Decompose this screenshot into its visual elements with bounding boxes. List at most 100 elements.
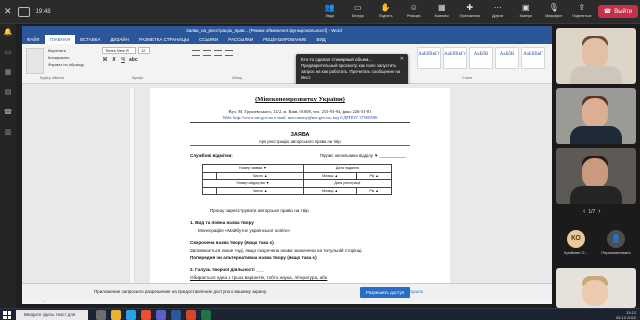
participant-avatar[interactable]: 👤 Переименовать bbox=[598, 230, 634, 260]
justify-icon[interactable] bbox=[225, 50, 233, 56]
system-tray-clock[interactable]: 13:12 06.12.2022 bbox=[616, 310, 636, 320]
styles-gallery: АаБбВвГг АаБбВвГг АаБбВ АаБбВ АаБбВвГ bbox=[417, 47, 545, 69]
phone-icon: ☎ bbox=[603, 9, 612, 15]
taskbar-search[interactable]: Введите здесь текст для поиска bbox=[16, 310, 88, 320]
tab-design[interactable]: ДИЗАЙН bbox=[105, 35, 134, 44]
windows-taskbar: Введите здесь текст для поиска 13:12 06.… bbox=[0, 308, 640, 320]
style-heading-1[interactable]: АаБбВ bbox=[469, 47, 493, 69]
teams-icon[interactable]: ▦ bbox=[0, 68, 16, 84]
camera-button[interactable]: ▣ Камера bbox=[514, 3, 538, 21]
excel-icon[interactable] bbox=[201, 310, 211, 320]
style-title[interactable]: АаБбВвГ bbox=[521, 47, 545, 69]
document-page[interactable]: (Мінекономрозвитку України) Вул. М. Груш… bbox=[150, 88, 450, 294]
participant-name: Переименовать bbox=[601, 250, 631, 255]
allow-access-button[interactable]: Разрешить доступ bbox=[360, 287, 411, 298]
ministry-web-link[interactable]: Web: http://www.me.gov.ua e-mail: mecono… bbox=[150, 115, 450, 120]
file-explorer-icon[interactable] bbox=[111, 310, 121, 320]
participant-video[interactable] bbox=[556, 28, 636, 84]
ministry-address: Вул. М. Грушевського, 12/2, м. Київ, 010… bbox=[228, 109, 372, 114]
paste-button[interactable] bbox=[26, 48, 44, 74]
participant-video[interactable] bbox=[556, 148, 636, 204]
table-row: Номер заявки ▼ Дата надання bbox=[202, 164, 393, 173]
edge-icon[interactable] bbox=[126, 310, 136, 320]
tab-layout[interactable]: РАЗМЕТКА СТРАНИЦЫ bbox=[134, 35, 194, 44]
notification-body: Предварительный просмотр как поле запуст… bbox=[301, 63, 401, 80]
chrome-icon[interactable] bbox=[141, 310, 151, 320]
copy-button[interactable]: Копировать bbox=[48, 54, 84, 61]
shared-word-window: Заява_на_реєстрацію_прав... [Режим обмеж… bbox=[22, 26, 552, 304]
reactions-button[interactable]: ☺ Реакции bbox=[402, 3, 426, 21]
chat-button[interactable]: ▭ Беседа bbox=[346, 3, 370, 21]
hide-infobar-link[interactable]: Скрыть bbox=[408, 289, 423, 294]
table-cell[interactable] bbox=[201, 171, 218, 180]
calls-icon[interactable]: ☎ bbox=[0, 108, 16, 124]
participant-video[interactable] bbox=[556, 88, 636, 144]
participant-avatar[interactable]: КО Крейман О... bbox=[558, 230, 594, 260]
task-view-icon[interactable] bbox=[96, 310, 106, 320]
style-no-spacing[interactable]: АаБбВвГг bbox=[443, 47, 467, 69]
table-cell[interactable]: Рік ▲ bbox=[356, 186, 392, 195]
format-painter-button[interactable]: Формат по образцу bbox=[48, 61, 84, 68]
close-icon[interactable]: ✕ bbox=[400, 56, 404, 62]
table-cell[interactable]: Дата надання bbox=[302, 164, 393, 173]
chat-rail-icon[interactable]: ▭ bbox=[0, 48, 16, 64]
windows-start-icon[interactable] bbox=[3, 311, 11, 319]
person-icon: 👤 bbox=[607, 230, 625, 248]
table-cell[interactable]: Номер свідоцтва ▼ bbox=[202, 179, 304, 188]
table-cell[interactable]: Число ▲ bbox=[216, 171, 304, 180]
participant-face bbox=[582, 98, 608, 128]
align-right-icon[interactable] bbox=[214, 50, 222, 56]
apps-button[interactable]: ✚ Приложения bbox=[458, 3, 482, 21]
rooms-button[interactable]: ▦ Комнаты bbox=[430, 3, 454, 21]
leave-button[interactable]: ☎ Выйти bbox=[597, 5, 638, 18]
files-icon[interactable]: ▥ bbox=[0, 128, 16, 144]
chevron-left-icon[interactable]: ‹ bbox=[583, 208, 585, 215]
word-icon[interactable] bbox=[171, 310, 181, 320]
tab-insert[interactable]: ВСТАВКА bbox=[75, 35, 105, 44]
work-title: Монографія «Майбутнє української освіти» bbox=[198, 228, 291, 233]
style-heading-2[interactable]: АаБбВ bbox=[495, 47, 519, 69]
powerpoint-icon[interactable] bbox=[186, 310, 196, 320]
clock-date: 06.12.2022 bbox=[615, 315, 636, 320]
activity-icon[interactable]: 🔔 bbox=[0, 28, 16, 44]
tab-references[interactable]: ССЫЛКИ bbox=[194, 35, 223, 44]
word-ribbon: Вырезать Копировать Формат по образцу Ti… bbox=[22, 44, 552, 84]
italic-button[interactable]: К bbox=[111, 57, 117, 63]
align-center-icon[interactable] bbox=[203, 50, 211, 56]
participant-video[interactable] bbox=[556, 268, 636, 308]
strike-button[interactable]: abc bbox=[129, 57, 138, 63]
tab-mailings[interactable]: РАССЫЛКИ bbox=[223, 35, 258, 44]
table-cell[interactable]: Номер заявки ▼ bbox=[202, 164, 304, 173]
close-icon[interactable]: ✕ bbox=[4, 6, 12, 17]
table-cell[interactable]: Місяць ▲ bbox=[302, 171, 358, 180]
calendar-icon[interactable]: ▤ bbox=[0, 88, 16, 104]
share-button[interactable]: ⇪ Поделиться bbox=[570, 3, 594, 21]
underline-button[interactable]: Ч bbox=[120, 57, 126, 63]
align-left-icon[interactable] bbox=[192, 50, 200, 56]
avatar-initials: КО bbox=[567, 230, 585, 248]
table-cell[interactable]: Рік ▲ bbox=[356, 171, 392, 180]
style-normal[interactable]: АаБбВвГг bbox=[417, 47, 441, 69]
cut-button[interactable]: Вырезать bbox=[48, 47, 84, 54]
teams-taskbar-icon[interactable] bbox=[156, 310, 166, 320]
mic-button[interactable]: 🎙 Микрофон bbox=[542, 3, 566, 21]
table-cell[interactable]: Число ▲ bbox=[216, 186, 304, 195]
font-size-select[interactable]: 12 bbox=[138, 47, 150, 54]
font-name-select[interactable]: Times New R bbox=[102, 47, 136, 54]
tab-home[interactable]: ГЛАВНАЯ bbox=[44, 35, 76, 44]
table-row: Число ▲ Місяць ▲ Рік ▲ bbox=[201, 171, 392, 180]
table-cell[interactable]: Місяць ▲ bbox=[302, 186, 358, 195]
raise-hand-button[interactable]: ✋ Поднять bbox=[374, 3, 398, 21]
chat-icon: ▭ bbox=[353, 3, 362, 12]
table-cell[interactable] bbox=[201, 186, 218, 195]
tab-review[interactable]: РЕЦЕНЗИРОВАНИЕ bbox=[258, 35, 311, 44]
short-title-label: Скорочена назва твору (якщо така є) bbox=[190, 240, 274, 245]
more-button[interactable]: ⋯ Другие bbox=[486, 3, 510, 21]
header-divider bbox=[190, 122, 410, 123]
people-button[interactable]: 👥 Люди bbox=[318, 3, 342, 21]
table-cell[interactable]: Дата реєстрації bbox=[302, 179, 393, 188]
chevron-right-icon[interactable]: › bbox=[598, 208, 600, 215]
tab-view[interactable]: ВИД bbox=[311, 35, 330, 44]
bold-button[interactable]: Ж bbox=[102, 57, 108, 63]
tab-file[interactable]: ФАЙЛ bbox=[22, 35, 45, 44]
